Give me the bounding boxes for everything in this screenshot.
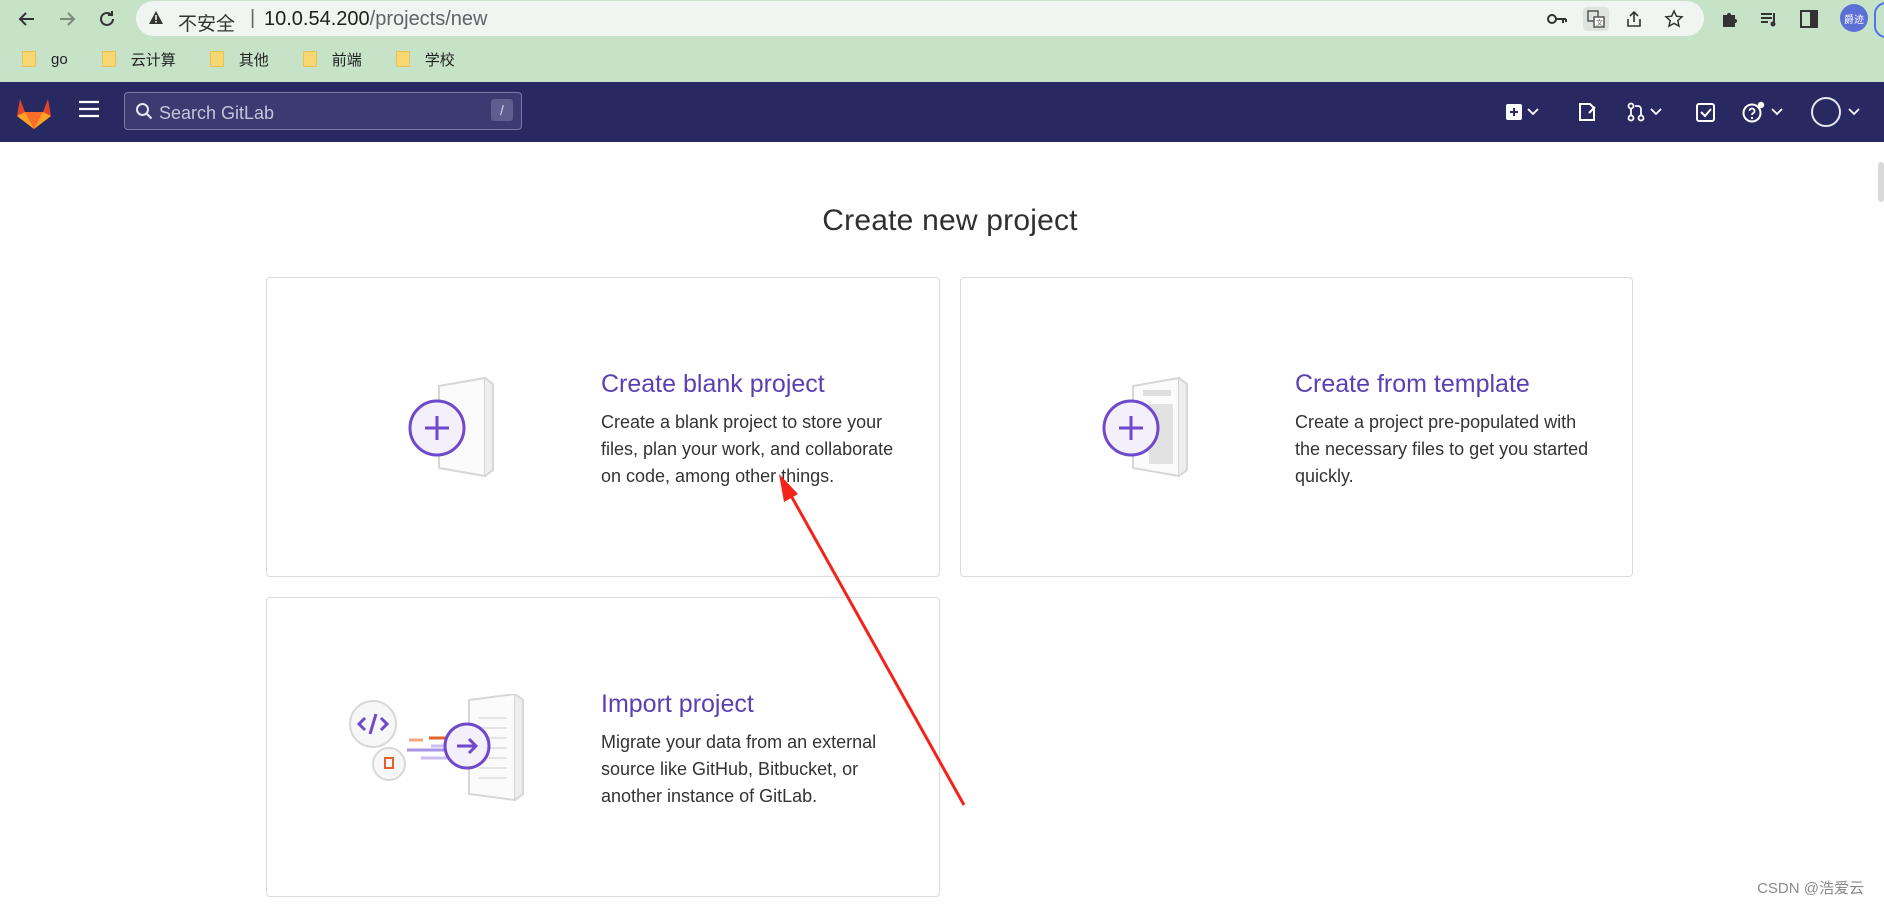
new-item-dropdown[interactable] bbox=[1506, 99, 1539, 125]
reload-button[interactable] bbox=[92, 6, 122, 32]
issues-icon bbox=[1579, 103, 1596, 121]
bookmark-star-icon[interactable] bbox=[1663, 9, 1685, 29]
gitlab-top-bar: / bbox=[0, 82, 1884, 142]
import-illustration-icon bbox=[349, 694, 524, 802]
bookmark-frontend[interactable]: 前端 bbox=[302, 49, 362, 70]
profile-edge-indicator bbox=[1874, 2, 1884, 38]
chevron-down-icon bbox=[1527, 108, 1539, 116]
browser-chrome: 不安全 | 10.0.54.200/projects/new 文 爵迹 go 云… bbox=[0, 0, 1884, 82]
card-title[interactable]: Create from template bbox=[1295, 370, 1595, 399]
todo-check-icon bbox=[1696, 103, 1715, 122]
bookmark-school[interactable]: 学校 bbox=[395, 49, 455, 70]
back-arrow-icon bbox=[18, 12, 34, 26]
svg-text:文: 文 bbox=[1596, 18, 1603, 27]
extensions-icon[interactable] bbox=[1718, 8, 1742, 30]
url-separator: | bbox=[250, 7, 256, 29]
forward-arrow-icon bbox=[60, 12, 76, 26]
merge-request-icon bbox=[1627, 102, 1645, 122]
translate-icon[interactable]: 文 bbox=[1583, 7, 1609, 31]
search-input[interactable] bbox=[157, 100, 481, 126]
help-icon bbox=[1742, 101, 1765, 123]
card-description: Migrate your data from an external sourc… bbox=[601, 732, 877, 806]
user-menu-chevron-down-icon[interactable] bbox=[1848, 99, 1860, 125]
template-illustration-icon bbox=[1102, 376, 1188, 478]
bookmark-label: 学校 bbox=[424, 51, 455, 69]
help-dropdown[interactable] bbox=[1742, 99, 1783, 125]
key-icon[interactable] bbox=[1546, 9, 1568, 29]
bookmark-cloud[interactable]: 云计算 bbox=[101, 49, 176, 70]
share-icon[interactable] bbox=[1623, 9, 1645, 29]
search-box: / bbox=[124, 92, 522, 130]
chevron-down-icon bbox=[1771, 108, 1783, 116]
import-project-card[interactable]: Import project Migrate your data from an… bbox=[266, 597, 940, 897]
forward-button[interactable] bbox=[52, 6, 82, 32]
hamburger-menu-icon[interactable] bbox=[78, 100, 100, 123]
folder-icon bbox=[22, 51, 36, 67]
security-label: 不安全 bbox=[178, 14, 236, 35]
blank-project-illustration-icon bbox=[408, 376, 494, 478]
search-shortcut-hint: / bbox=[491, 99, 513, 121]
user-avatar[interactable] bbox=[1811, 97, 1841, 127]
bookmark-label: 云计算 bbox=[130, 51, 176, 69]
search-icon bbox=[135, 102, 153, 125]
folder-icon bbox=[395, 51, 410, 67]
scrollbar[interactable] bbox=[1878, 162, 1884, 202]
warning-icon bbox=[148, 10, 164, 30]
todos-button[interactable] bbox=[1696, 99, 1716, 125]
card-description: Create a blank project to store your fil… bbox=[601, 412, 894, 486]
folder-icon bbox=[101, 51, 116, 67]
card-text: Create from template Create a project pr… bbox=[1295, 370, 1595, 490]
page-title: Create new project bbox=[822, 204, 1078, 237]
reading-list-icon[interactable] bbox=[1757, 8, 1781, 30]
card-text: Import project Migrate your data from an… bbox=[601, 690, 901, 810]
issues-button[interactable] bbox=[1578, 99, 1596, 125]
create-blank-project-card[interactable]: Create blank project Create a blank proj… bbox=[266, 277, 940, 577]
card-title[interactable]: Import project bbox=[601, 690, 901, 719]
url-path: /projects/new bbox=[369, 8, 488, 30]
url-text[interactable]: 10.0.54.200/projects/new bbox=[264, 8, 488, 31]
folder-icon bbox=[302, 51, 317, 67]
address-bar[interactable]: 不安全 | 10.0.54.200/projects/new 文 bbox=[136, 1, 1704, 36]
chevron-down-icon bbox=[1650, 108, 1662, 116]
create-from-template-card[interactable]: Create from template Create a project pr… bbox=[960, 277, 1633, 577]
card-text: Create blank project Create a blank proj… bbox=[601, 370, 901, 490]
url-host: 10.0.54.200 bbox=[264, 8, 370, 30]
reload-icon bbox=[100, 11, 114, 26]
folder-icon bbox=[209, 51, 224, 67]
card-description: Create a project pre-populated with the … bbox=[1295, 412, 1589, 486]
card-title[interactable]: Create blank project bbox=[601, 370, 901, 399]
plus-square-icon bbox=[1506, 104, 1522, 120]
bookmark-go[interactable]: go bbox=[22, 51, 68, 68]
gitlab-logo-icon[interactable] bbox=[16, 96, 52, 135]
side-panel-icon[interactable] bbox=[1797, 8, 1821, 30]
bookmarks-bar: go 云计算 其他 前端 学校 bbox=[0, 46, 469, 72]
bookmark-other[interactable]: 其他 bbox=[209, 49, 269, 70]
bookmark-label: 前端 bbox=[331, 51, 362, 69]
watermark: CSDN @浩爱云 bbox=[1757, 880, 1864, 897]
bookmark-label: 其他 bbox=[238, 51, 269, 69]
back-button[interactable] bbox=[12, 6, 42, 32]
bookmark-label: go bbox=[51, 50, 68, 68]
merge-requests-dropdown[interactable] bbox=[1627, 99, 1662, 125]
profile-avatar[interactable]: 爵迹 bbox=[1840, 4, 1868, 32]
